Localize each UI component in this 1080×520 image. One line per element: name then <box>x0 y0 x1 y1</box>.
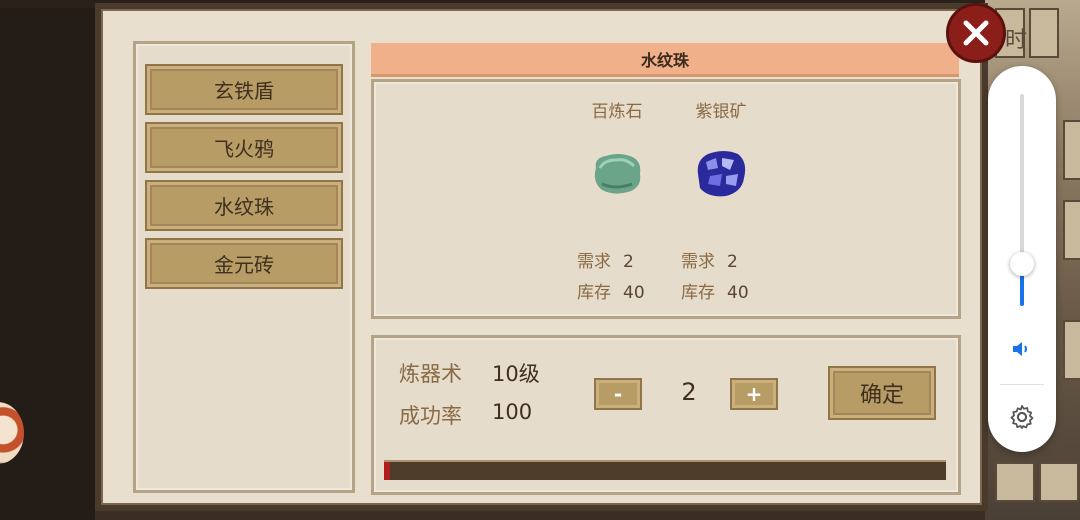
settings-button[interactable] <box>1005 400 1039 434</box>
wall-tile <box>1063 120 1080 180</box>
confirm-button[interactable]: 确定 <box>828 366 936 420</box>
volume-slider-thumb[interactable] <box>1010 251 1034 276</box>
item-button-shuiwenzhu[interactable]: 水纹珠 <box>145 180 343 231</box>
craft-progress-fill <box>384 462 390 480</box>
wall-tile <box>1063 200 1080 260</box>
stock-value: 40 <box>727 283 749 303</box>
success-rate-value: 100 <box>492 400 533 424</box>
item-button-feihuoya[interactable]: 飞火鸦 <box>145 122 343 173</box>
crafting-panel: 玄铁盾 飞火鸦 水纹珠 金元砖 水纹珠 百炼石 需求 2 库存 40 紫银矿 需… <box>95 3 988 511</box>
wall-tile <box>1063 320 1080 380</box>
stone-icon <box>594 154 641 194</box>
floor-tile <box>995 462 1035 502</box>
item-button-jinyuanzhuan[interactable]: 金元砖 <box>145 238 343 289</box>
need-value: 2 <box>623 252 634 272</box>
need-label: 需求 <box>577 252 611 272</box>
material-name: 紫银矿 <box>695 102 747 122</box>
material-slot[interactable]: 紫银矿 需求 2 库存 40 <box>671 82 771 312</box>
decrease-button[interactable]: - <box>594 378 642 410</box>
skill-value: 10级 <box>492 362 540 386</box>
speaker-button[interactable] <box>1005 332 1039 366</box>
volume-panel <box>988 66 1056 452</box>
purple-ore-icon <box>697 151 746 197</box>
material-slot[interactable]: 百炼石 需求 2 库存 40 <box>567 82 667 312</box>
materials-section: 百炼石 需求 2 库存 40 紫银矿 需求 2 库存 40 <box>371 79 961 319</box>
wall-tile <box>1029 8 1059 58</box>
divider <box>1000 384 1044 385</box>
craft-progress-bar <box>384 460 946 480</box>
speaker-icon <box>1013 342 1027 356</box>
stock-label: 库存 <box>681 283 715 303</box>
recipe-title: 水纹珠 <box>371 43 959 77</box>
need-value: 2 <box>727 252 738 272</box>
stock-label: 库存 <box>577 283 611 303</box>
quantity-value: 2 <box>681 378 697 406</box>
gear-icon <box>1010 405 1034 429</box>
skill-label: 炼器术 <box>399 362 462 386</box>
material-name: 百炼石 <box>591 102 643 122</box>
close-button[interactable] <box>946 3 1006 63</box>
need-label: 需求 <box>681 252 715 272</box>
increase-button[interactable]: + <box>730 378 778 410</box>
close-icon <box>963 20 989 46</box>
background-glyph: 时 <box>1005 28 1028 53</box>
crafting-controls: 炼器术 10级 成功率 100 - 2 + 确定 <box>371 335 961 495</box>
success-rate-label: 成功率 <box>399 404 462 428</box>
item-list: 玄铁盾 飞火鸦 水纹珠 金元砖 <box>133 41 355 493</box>
stock-value: 40 <box>623 283 645 303</box>
item-button-xuantiedun[interactable]: 玄铁盾 <box>145 64 343 115</box>
floor-tile <box>1039 462 1079 502</box>
